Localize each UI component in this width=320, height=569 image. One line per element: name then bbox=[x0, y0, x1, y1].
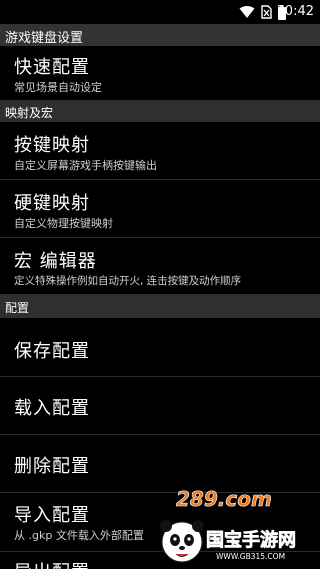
status-time: 10:42 bbox=[276, 4, 314, 19]
list-item-load-config[interactable]: 载入配置 bbox=[0, 377, 320, 434]
panda-icon bbox=[160, 520, 204, 563]
list-item-subtitle: 自定义物理按键映射 bbox=[14, 217, 113, 230]
list-item-title: 删除配置 bbox=[14, 456, 90, 477]
section-header-config: 配置 bbox=[0, 294, 320, 318]
watermark-url: WWW.GB315.COM bbox=[216, 552, 285, 561]
list-item-quick-config[interactable]: 快速配置 常见场景自动设定 bbox=[0, 46, 320, 100]
list-item-title: 载入配置 bbox=[14, 398, 90, 419]
list-item-subtitle: 从 .gkp 文件载入外部配置 bbox=[14, 529, 144, 542]
list-item-hard-key-mapping[interactable]: 硬键映射 自定义物理按键映射 bbox=[0, 180, 320, 237]
no-sim-icon bbox=[261, 5, 272, 19]
list-item-title: 快速配置 bbox=[14, 57, 90, 78]
list-item-subtitle: 自定义屏幕游戏手柄按键输出 bbox=[14, 159, 157, 172]
list-item-subtitle: 定义特殊操作例如自动开火, 连击按键及动作顺序 bbox=[14, 275, 242, 287]
wifi-icon bbox=[239, 6, 255, 18]
list-item-save-config[interactable]: 保存配置 bbox=[0, 318, 320, 376]
list-item-title: 宏 编辑器 bbox=[14, 251, 97, 272]
section-header-mapping: 映射及宏 bbox=[0, 100, 320, 122]
app-title-bar: 游戏键盘设置 bbox=[0, 24, 320, 46]
watermark-logo-text: 289.com bbox=[176, 487, 272, 511]
list-item-title: 按键映射 bbox=[14, 135, 90, 156]
watermark: 289.com 国宝手游网 WWW.GB315.COM bbox=[154, 484, 314, 564]
list-item-title: 保存配置 bbox=[14, 341, 90, 362]
list-item-title: 硬键映射 bbox=[14, 193, 90, 214]
list-item-title: 导出配置 bbox=[14, 558, 90, 569]
list-item-title: 导入配置 bbox=[14, 505, 90, 526]
section-header-label: 配置 bbox=[5, 301, 30, 315]
watermark-logo: 289.com 国宝手游网 WWW.GB315.COM bbox=[160, 487, 296, 563]
watermark-brand: 国宝手游网 bbox=[206, 529, 296, 551]
section-header-label: 映射及宏 bbox=[5, 106, 54, 120]
status-bar: 10:42 bbox=[0, 0, 320, 24]
list-item-macro-editor[interactable]: 宏 编辑器 定义特殊操作例如自动开火, 连击按键及动作顺序 bbox=[0, 238, 320, 294]
page-title: 游戏键盘设置 bbox=[5, 31, 84, 46]
list-item-subtitle: 常见场景自动设定 bbox=[14, 81, 102, 94]
list-item-key-mapping[interactable]: 按键映射 自定义屏幕游戏手柄按键输出 bbox=[0, 122, 320, 179]
